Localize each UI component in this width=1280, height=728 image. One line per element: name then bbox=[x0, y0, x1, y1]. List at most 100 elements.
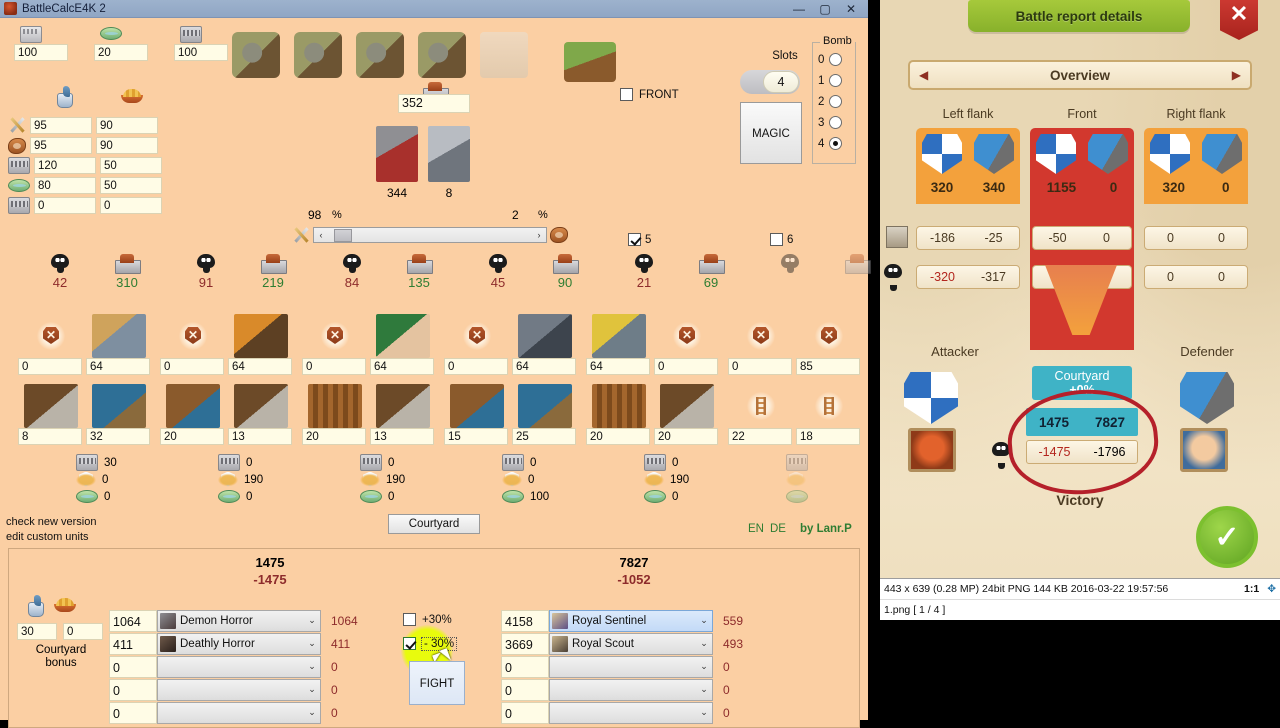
slider-track[interactable]: ‹ › bbox=[313, 227, 547, 243]
bonus-plus-checkbox[interactable] bbox=[403, 613, 416, 626]
barricade-sprite[interactable] bbox=[166, 384, 220, 428]
catapult-sprite[interactable] bbox=[418, 32, 466, 78]
top-resource-value-2[interactable]: 20 bbox=[94, 44, 148, 61]
bonus-minus-checkbox[interactable] bbox=[403, 637, 416, 650]
unit-value[interactable]: 20 bbox=[654, 428, 718, 445]
ratio-slider[interactable]: ‹ › bbox=[292, 226, 568, 244]
fit-icon[interactable]: ✥ bbox=[1267, 583, 1276, 595]
unit-value[interactable]: 0 bbox=[444, 358, 508, 375]
spearman-sprite[interactable] bbox=[92, 314, 146, 358]
chevron-down-icon[interactable]: ⌄ bbox=[698, 638, 710, 649]
rubble-sprite[interactable] bbox=[376, 384, 430, 428]
maximize-button[interactable]: ▢ bbox=[812, 0, 838, 17]
knight-sprite[interactable] bbox=[518, 314, 572, 358]
unit-value[interactable]: 18 bbox=[796, 428, 860, 445]
defender-count-4[interactable]: 0 bbox=[501, 678, 549, 701]
bomb-radio-2[interactable] bbox=[829, 95, 843, 108]
wave-6-checkbox[interactable] bbox=[770, 233, 783, 246]
attacker-count-5[interactable]: 0 bbox=[109, 701, 157, 724]
magic-button[interactable]: MAGIC bbox=[740, 102, 802, 164]
defender-count-2[interactable]: 3669 bbox=[501, 632, 549, 655]
hammer-sprite[interactable] bbox=[592, 314, 646, 358]
minimize-button[interactable]: — bbox=[786, 0, 812, 17]
unit-value[interactable]: 25 bbox=[512, 428, 576, 445]
unit-value[interactable]: 32 bbox=[86, 428, 150, 445]
overview-nav[interactable]: ◀ Overview ▶ bbox=[908, 60, 1252, 90]
attacker-count-3[interactable]: 0 bbox=[109, 655, 157, 678]
close-button[interactable]: ✕ bbox=[838, 0, 864, 17]
attacker-count-1[interactable]: 1064 bbox=[109, 609, 157, 632]
stat-value-a-2[interactable]: 95 bbox=[30, 137, 92, 154]
check-new-version-link[interactable]: check new version bbox=[6, 516, 97, 528]
bomb-option-1[interactable]: 1 bbox=[818, 70, 855, 91]
defender-count-1[interactable]: 4158 bbox=[501, 609, 549, 632]
chevron-down-icon[interactable]: ⌄ bbox=[698, 661, 710, 672]
chevron-down-icon[interactable]: ⌄ bbox=[698, 615, 710, 626]
center-total-field[interactable]: 352 bbox=[398, 94, 470, 113]
lang-de-link[interactable]: DE bbox=[770, 523, 786, 535]
shieldwall-sprite[interactable] bbox=[92, 384, 146, 428]
archer-sprite[interactable] bbox=[376, 314, 430, 358]
front-checkbox-row[interactable]: FRONT bbox=[620, 88, 679, 101]
wave-toggle-5[interactable]: 5 bbox=[628, 233, 651, 246]
bomb-radio-1[interactable] bbox=[829, 74, 843, 87]
unit-value[interactable]: 85 bbox=[796, 358, 860, 375]
stat-value-a-4[interactable]: 80 bbox=[34, 177, 96, 194]
bomb-option-3[interactable]: 3 bbox=[818, 112, 855, 133]
bomb-option-4[interactable]: 4 bbox=[818, 133, 855, 154]
stat-value-b-3[interactable]: 50 bbox=[100, 157, 162, 174]
unit-value[interactable]: 64 bbox=[512, 358, 576, 375]
bonus-minus-row[interactable]: - 30% bbox=[403, 636, 458, 651]
bomb-radio-4[interactable] bbox=[829, 137, 843, 150]
defender-unit-select-4[interactable]: ⌄ bbox=[549, 678, 713, 701]
zoom-level[interactable]: 1:1 bbox=[1244, 583, 1259, 595]
unit-value[interactable]: 0 bbox=[654, 358, 718, 375]
courtyard-bonus-b[interactable]: 0 bbox=[63, 623, 103, 640]
bomb-option-0[interactable]: 0 bbox=[818, 49, 855, 70]
unit-value[interactable]: 15 bbox=[444, 428, 508, 445]
catapult-sprite[interactable] bbox=[294, 32, 342, 78]
orc-sprite[interactable] bbox=[234, 314, 288, 358]
defender-unit-select-3[interactable]: ⌄ bbox=[549, 655, 713, 678]
defender-count-3[interactable]: 0 bbox=[501, 655, 549, 678]
unit-value[interactable]: 20 bbox=[302, 428, 366, 445]
attacker-unit-select-2[interactable]: Deathly Horror ⌄ bbox=[157, 632, 321, 655]
attacker-unit-select-3[interactable]: ⌄ bbox=[157, 655, 321, 678]
top-resource-value-1[interactable]: 100 bbox=[14, 44, 68, 61]
rubble-sprite[interactable] bbox=[660, 384, 714, 428]
courtyard-bonus-a[interactable]: 30 bbox=[17, 623, 57, 640]
chevron-down-icon[interactable]: ⌄ bbox=[698, 707, 710, 718]
unit-value[interactable]: 13 bbox=[228, 428, 292, 445]
wave-5-checkbox[interactable] bbox=[628, 233, 641, 246]
chevron-down-icon[interactable]: ⌄ bbox=[306, 661, 318, 672]
rubble-sprite[interactable] bbox=[24, 384, 78, 428]
slider-right-arrow[interactable]: › bbox=[532, 228, 546, 242]
unit-value[interactable]: 0 bbox=[302, 358, 366, 375]
terrain-sprite[interactable] bbox=[564, 42, 616, 82]
defender-count-5[interactable]: 0 bbox=[501, 701, 549, 724]
defender-unit-select-1[interactable]: Royal Sentinel ⌄ bbox=[549, 609, 713, 632]
attacker-count-4[interactable]: 0 bbox=[109, 678, 157, 701]
catapult-sprite[interactable] bbox=[356, 32, 404, 78]
unit-value[interactable]: 20 bbox=[160, 428, 224, 445]
unit-value[interactable]: 0 bbox=[728, 358, 792, 375]
unit-value[interactable]: 0 bbox=[160, 358, 224, 375]
nav-prev-arrow[interactable]: ◀ bbox=[919, 68, 928, 82]
slots-value[interactable]: 4 bbox=[763, 71, 799, 93]
unit-value[interactable]: 22 bbox=[728, 428, 792, 445]
stat-value-b-4[interactable]: 50 bbox=[100, 177, 162, 194]
unit-value[interactable]: 20 bbox=[586, 428, 650, 445]
rubble-sprite[interactable] bbox=[234, 384, 288, 428]
chevron-down-icon[interactable]: ⌄ bbox=[306, 684, 318, 695]
courtyard-button[interactable]: Courtyard bbox=[388, 514, 480, 534]
dark-unit-sprite[interactable] bbox=[376, 126, 418, 182]
unit-value[interactable]: 64 bbox=[228, 358, 292, 375]
defender-unit-select-5[interactable]: ⌄ bbox=[549, 701, 713, 724]
unit-value[interactable]: 8 bbox=[18, 428, 82, 445]
stat-value-a-3[interactable]: 120 bbox=[34, 157, 96, 174]
archer-unit-sprite[interactable] bbox=[428, 126, 470, 182]
slider-left-arrow[interactable]: ‹ bbox=[314, 228, 328, 242]
shieldwall-sprite[interactable] bbox=[518, 384, 572, 428]
attacker-unit-select-4[interactable]: ⌄ bbox=[157, 678, 321, 701]
chevron-down-icon[interactable]: ⌄ bbox=[698, 684, 710, 695]
